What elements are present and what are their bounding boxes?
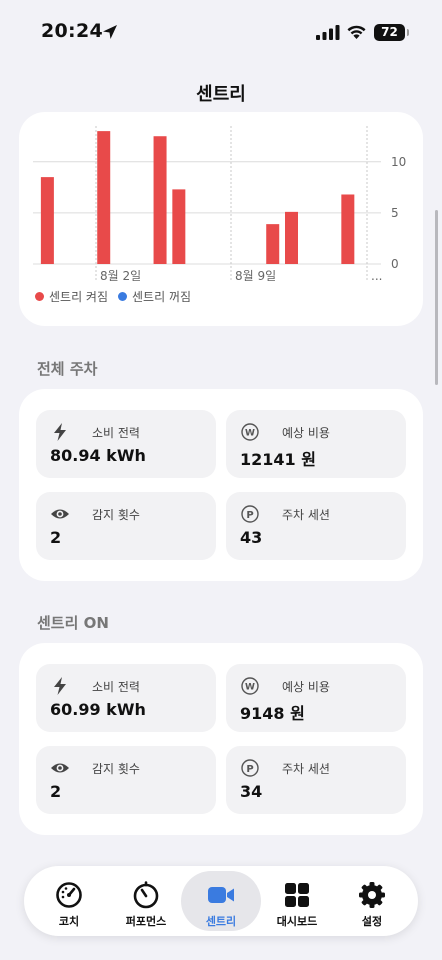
tile-session[interactable]: P 주차 세션 34: [226, 746, 406, 814]
tab-dashboard-label: 대시보드: [276, 915, 318, 928]
stats-card-total: 소비 전력 80.94 kWh W 예상 비용 12141 원 감지 횟수 2 …: [19, 389, 423, 581]
status-time: 20:24: [41, 20, 103, 42]
legend-label-on: 센트리 켜짐: [49, 290, 109, 304]
legend-label-off: 센트리 꺼짐: [132, 290, 192, 304]
tile-cost-value: 9148 원: [240, 704, 305, 723]
video-icon: [208, 887, 234, 903]
x-tick-label: 8월 2일: [100, 269, 141, 283]
battery-indicator: 72: [374, 24, 409, 41]
timer-icon: [133, 881, 159, 909]
legend-dot-blue: [118, 292, 128, 301]
wifi-icon: [347, 25, 366, 39]
page-title: 센트리: [196, 84, 246, 105]
svg-text:P: P: [246, 764, 253, 775]
tile-cost-label: 예상 비용: [282, 680, 330, 694]
bar: [266, 224, 280, 264]
tile-power-value: 60.99 kWh: [50, 700, 146, 719]
bar: [97, 131, 111, 264]
bar: [40, 177, 54, 264]
tile-session-value: 43: [240, 528, 263, 547]
tile-cost[interactable]: W 예상 비용 9148 원: [226, 664, 406, 732]
bolt-icon: [54, 423, 66, 441]
chart-card: 10 5 0 8월 2일 8월 9일... 센트리 켜짐 센트리 꺼짐: [19, 112, 423, 326]
tab-settings[interactable]: 설정: [332, 871, 412, 931]
tile-power-label: 소비 전력: [92, 426, 140, 440]
bar: [341, 194, 355, 264]
tab-performance[interactable]: 퍼포먼스: [106, 871, 186, 931]
grid-icon: [285, 883, 309, 907]
tile-cost-value: 12141 원: [240, 450, 316, 469]
svg-text:P: P: [246, 510, 253, 521]
tile-detect-value: 2: [50, 782, 62, 801]
x-tick-label: ...: [371, 269, 382, 283]
tab-coach-label: 코치: [58, 915, 80, 928]
y-tick-label: 0: [391, 257, 399, 271]
svg-text:W: W: [245, 683, 255, 693]
tile-cost[interactable]: W 예상 비용 12141 원: [226, 410, 406, 478]
tab-bar: 코치 퍼포먼스 센트리 대시보드 설정: [24, 866, 418, 936]
tile-power[interactable]: 소비 전력 60.99 kWh: [36, 664, 216, 732]
chart-legend: 센트리 켜짐 센트리 꺼짐: [35, 288, 191, 305]
tile-session-value: 34: [240, 782, 263, 801]
y-tick-label: 5: [391, 206, 399, 220]
bolt-icon: [54, 677, 66, 695]
section-title-total: 전체 주차: [37, 360, 98, 378]
legend-dot-red: [35, 292, 44, 301]
tile-power[interactable]: 소비 전력 80.94 kWh: [36, 410, 216, 478]
tile-session-label: 주차 세션: [282, 508, 330, 522]
eye-icon: [51, 763, 69, 773]
tile-detect[interactable]: 감지 횟수 2: [36, 492, 216, 560]
tile-detect-value: 2: [50, 528, 62, 547]
cellular-signal-icon: [316, 25, 340, 40]
tile-detect[interactable]: 감지 횟수 2: [36, 746, 216, 814]
tab-coach[interactable]: 코치: [29, 871, 109, 931]
legend-item-on: 센트리 켜짐: [35, 288, 108, 305]
tile-session[interactable]: P 주차 세션 43: [226, 492, 406, 560]
gear-icon: [359, 882, 385, 908]
tile-detect-label: 감지 횟수: [92, 762, 140, 776]
tile-power-label: 소비 전력: [92, 680, 140, 694]
won-coin-icon: W: [241, 677, 259, 695]
scroll-indicator[interactable]: [435, 210, 438, 385]
y-tick-label: 10: [391, 155, 406, 169]
svg-text:W: W: [245, 429, 255, 439]
stats-card-sentry-on: 소비 전력 60.99 kWh W 예상 비용 9148 원 감지 횟수 2 P…: [19, 643, 423, 835]
parking-icon: P: [241, 759, 259, 777]
location-arrow-icon: [103, 25, 117, 39]
tile-power-value: 80.94 kWh: [50, 446, 146, 465]
gauge-icon: [56, 882, 82, 908]
tab-sentry[interactable]: 센트리: [181, 871, 261, 931]
tab-dashboard[interactable]: 대시보드: [257, 871, 337, 931]
parking-icon: P: [241, 505, 259, 523]
legend-item-off: 센트리 꺼짐: [118, 288, 191, 305]
tile-cost-label: 예상 비용: [282, 426, 330, 440]
bar: [172, 189, 186, 264]
bar: [153, 136, 167, 264]
tab-settings-label: 설정: [361, 915, 383, 928]
battery-level: 72: [381, 25, 398, 39]
section-title-sentry-on: 센트리 ON: [37, 614, 109, 632]
x-tick-label: 8월 9일: [235, 269, 276, 283]
eye-icon: [51, 509, 69, 519]
tile-session-label: 주차 세션: [282, 762, 330, 776]
tile-detect-label: 감지 횟수: [92, 508, 140, 522]
won-coin-icon: W: [241, 423, 259, 441]
tab-performance-label: 퍼포먼스: [125, 915, 167, 928]
tab-sentry-label: 센트리: [205, 915, 237, 928]
status-bar: 20:24 72: [0, 0, 442, 60]
bar: [285, 211, 298, 264]
